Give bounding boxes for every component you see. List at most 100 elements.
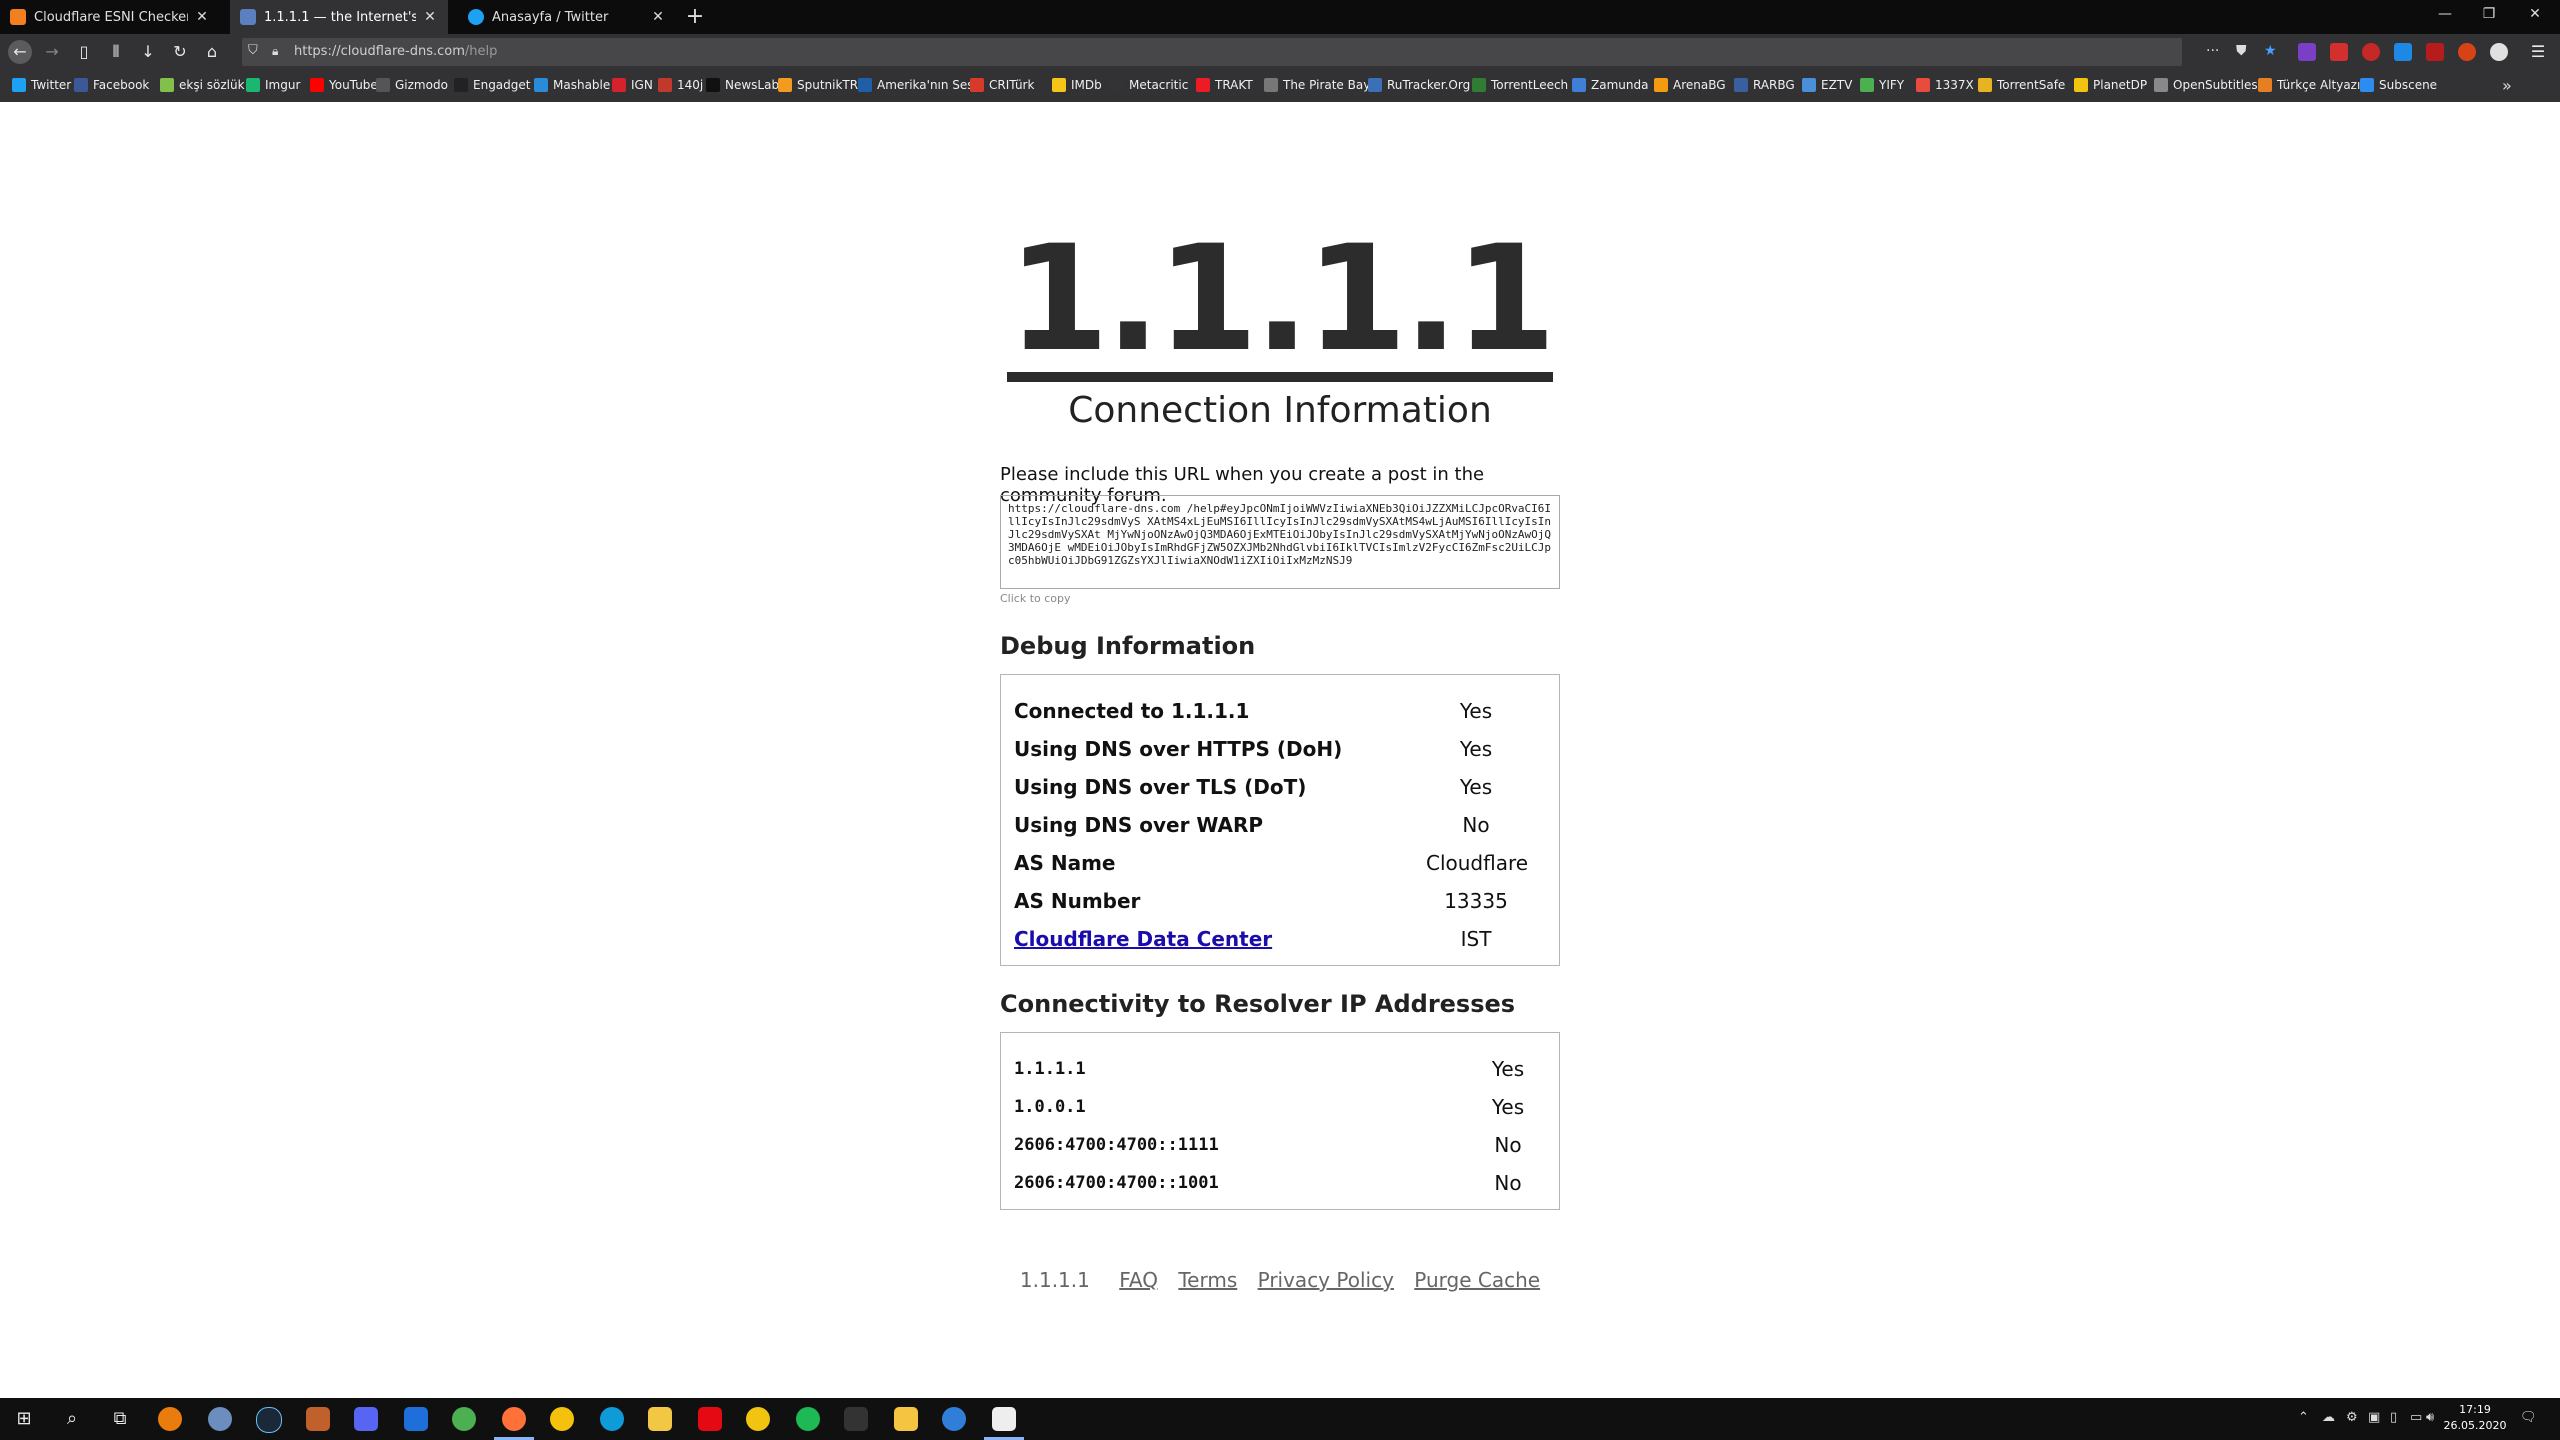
bookmark-item[interactable]: IGN: [612, 78, 653, 92]
battery-icon[interactable]: ▯: [2390, 1410, 2397, 1425]
back-arrow-icon[interactable]: ←: [8, 40, 32, 64]
download-icon[interactable]: ↓: [136, 40, 160, 64]
volume-icon[interactable]: 🔊︎: [2426, 1410, 2434, 1425]
tab-esni-checker[interactable]: Cloudflare ESNI Checker | Clou ✕: [0, 0, 220, 34]
terms-link[interactable]: Terms: [1178, 1268, 1237, 1292]
bookmark-item[interactable]: The Pirate Bay: [1264, 78, 1370, 92]
edge-icon[interactable]: [600, 1407, 624, 1431]
app-icon[interactable]: [942, 1407, 966, 1431]
security-shield-icon[interactable]: [404, 1407, 428, 1431]
url-text[interactable]: https://cloudflare-dns.com/help: [294, 44, 497, 59]
notifications-icon[interactable]: 🗨︎: [2520, 1410, 2537, 1425]
close-tab-icon[interactable]: ✕: [194, 9, 210, 25]
reload-icon[interactable]: ↻: [168, 40, 192, 64]
extension-icon[interactable]: [2362, 43, 2380, 61]
tab-twitter[interactable]: Anasayfa / Twitter ✕: [458, 0, 676, 34]
utorrent-icon[interactable]: [452, 1407, 476, 1431]
bookmark-item[interactable]: OpenSubtitles: [2154, 78, 2258, 92]
extension-icon[interactable]: [2330, 43, 2348, 61]
purge-cache-link[interactable]: Purge Cache: [1414, 1268, 1540, 1292]
close-tab-icon[interactable]: ✕: [650, 9, 666, 25]
help-url-box[interactable]: https://cloudflare-dns.com /help#eyJpcON…: [1000, 495, 1560, 589]
bookmark-item[interactable]: IMDb: [1052, 78, 1102, 92]
bookmark-item[interactable]: SputnikTR: [778, 78, 858, 92]
bookmark-item[interactable]: Subscene: [2360, 78, 2437, 92]
bookmark-item[interactable]: Twitter: [12, 78, 71, 92]
forward-arrow-icon[interactable]: →: [40, 40, 64, 64]
bookmark-item[interactable]: 140j: [658, 78, 703, 92]
bookmark-item[interactable]: YIFY: [1860, 78, 1904, 92]
library-icon[interactable]: ⫴: [104, 40, 128, 64]
app-icon[interactable]: [844, 1407, 868, 1431]
page-actions-icon[interactable]: ···: [2206, 43, 2219, 59]
bookmark-item[interactable]: 1337X: [1916, 78, 1974, 92]
bookmark-item[interactable]: ArenaBG: [1654, 78, 1726, 92]
address-bar[interactable]: ⛉ 🔒︎ https://cloudflare-dns.com/help ···…: [242, 38, 2277, 66]
system-clock[interactable]: 17:19 26.05.2020: [2440, 1402, 2510, 1434]
close-tab-icon[interactable]: ✕: [422, 9, 438, 25]
spotify-icon[interactable]: [796, 1407, 820, 1431]
blender-icon[interactable]: [158, 1407, 182, 1431]
folder-icon[interactable]: [894, 1407, 918, 1431]
bookmark-item[interactable]: RuTracker.Org: [1368, 78, 1470, 92]
bookmark-item[interactable]: Amerika'nın Sesi: [858, 78, 977, 92]
extension-icon[interactable]: [2426, 43, 2444, 61]
app-icon[interactable]: [208, 1407, 232, 1431]
windows-start-icon[interactable]: ⊞: [12, 1407, 36, 1431]
discord-icon[interactable]: [354, 1407, 378, 1431]
file-explorer-icon[interactable]: [648, 1407, 672, 1431]
bookmark-star-icon[interactable]: ★: [2264, 43, 2277, 59]
new-tab-button[interactable]: +: [682, 4, 708, 30]
account-icon[interactable]: [2490, 43, 2508, 61]
bookmark-item[interactable]: ekşi sözlük: [160, 78, 245, 92]
menu-icon[interactable]: ☰: [2526, 40, 2550, 64]
close-window-button[interactable]: ✕: [2520, 6, 2550, 22]
lock-icon[interactable]: 🔒︎: [272, 44, 278, 59]
task-view-icon[interactable]: ⧉: [108, 1407, 132, 1431]
bookmark-item[interactable]: RARBG: [1734, 78, 1795, 92]
home-icon[interactable]: ⌂: [200, 40, 224, 64]
sidebar-icon[interactable]: ▯: [72, 40, 96, 64]
tray-app-icon[interactable]: ⚙: [2346, 1410, 2358, 1425]
tray-overflow-icon[interactable]: ⌃: [2298, 1410, 2309, 1425]
shield-icon[interactable]: ⛉: [248, 43, 258, 58]
bookmark-item[interactable]: PlanetDP: [2074, 78, 2147, 92]
pocket-icon[interactable]: ⛊: [2236, 43, 2247, 59]
bookmark-item[interactable]: Türkçe Altyazı: [2258, 78, 2360, 92]
chrome-icon[interactable]: [550, 1407, 574, 1431]
privacy-policy-link[interactable]: Privacy Policy: [1258, 1268, 1394, 1292]
bookmark-item[interactable]: Engadget: [454, 78, 530, 92]
app-icon[interactable]: [306, 1407, 330, 1431]
bookmarks-overflow-icon[interactable]: »: [2502, 76, 2512, 95]
bookmark-item[interactable]: TorrentSafe: [1978, 78, 2065, 92]
app-icon[interactable]: [992, 1407, 1016, 1431]
tray-app-icon[interactable]: ▣: [2368, 1410, 2380, 1425]
cloud-icon[interactable]: ☁: [2322, 1410, 2335, 1425]
bookmark-item[interactable]: Zamunda: [1572, 78, 1648, 92]
extension-icon[interactable]: [2458, 43, 2476, 61]
bookmark-item[interactable]: EZTV: [1802, 78, 1852, 92]
bookmark-item[interactable]: Gizmodo: [376, 78, 448, 92]
copy-hint[interactable]: Click to copy: [1000, 592, 1071, 605]
bookmark-item[interactable]: Mashable: [534, 78, 610, 92]
extension-icon[interactable]: [2394, 43, 2412, 61]
bookmark-item[interactable]: TRAKT: [1196, 78, 1253, 92]
bookmark-item[interactable]: NewsLab: [706, 78, 779, 92]
minimize-button[interactable]: —: [2430, 6, 2460, 22]
tab-cloudflare-dns[interactable]: 1.1.1.1 — the Internet's Fastest ✕: [230, 0, 448, 34]
bookmark-item[interactable]: TorrentLeech: [1472, 78, 1568, 92]
firefox-icon[interactable]: [502, 1407, 526, 1431]
network-icon[interactable]: ▭: [2410, 1410, 2422, 1425]
bookmark-item[interactable]: Facebook: [74, 78, 149, 92]
steam-icon[interactable]: [256, 1407, 282, 1433]
bookmark-item[interactable]: CRITürk: [970, 78, 1034, 92]
extension-icon[interactable]: [2298, 43, 2316, 61]
search-icon[interactable]: ⌕: [60, 1407, 84, 1431]
netflix-icon[interactable]: [698, 1407, 722, 1431]
bookmark-item[interactable]: Imgur: [246, 78, 300, 92]
app-icon[interactable]: [746, 1407, 770, 1431]
data-center-link[interactable]: Cloudflare Data Center: [1014, 927, 1272, 951]
bookmark-item[interactable]: Metacritic: [1110, 78, 1188, 92]
restore-button[interactable]: ❐: [2474, 6, 2504, 22]
faq-link[interactable]: FAQ: [1119, 1268, 1158, 1292]
